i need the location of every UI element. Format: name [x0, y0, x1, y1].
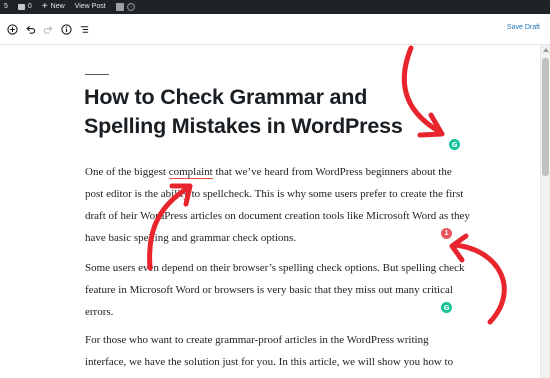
p1-text-a: One of the biggest: [85, 166, 169, 178]
yoast-icon: [115, 3, 124, 11]
scroll-up-arrow-icon[interactable]: [543, 48, 549, 52]
editor-toolbar: Save Draft: [0, 14, 550, 45]
block-navigation-icon[interactable]: [78, 23, 90, 35]
admin-bar: 5 0 + New View Post: [0, 0, 550, 14]
view-post-item[interactable]: View Post: [75, 0, 106, 14]
updates-item[interactable]: 5: [4, 0, 8, 14]
grammarly-icon-secondary[interactable]: G: [441, 302, 452, 313]
plus-icon: +: [41, 1, 48, 12]
new-label: New: [50, 3, 65, 10]
post-title[interactable]: How to Check Grammar and Spelling Mistak…: [84, 83, 444, 141]
grammarly-issue-count-badge[interactable]: 1: [441, 228, 452, 239]
view-post-label: View Post: [74, 3, 106, 10]
p3-text: For those who want to create grammar-pro…: [85, 334, 454, 368]
undo-icon[interactable]: [24, 23, 36, 35]
scrollbar[interactable]: [540, 45, 550, 378]
new-item[interactable]: + New: [42, 0, 65, 14]
p1-text-d: raft of: [90, 210, 121, 222]
p2-text-a: Some users e: [85, 262, 144, 274]
comments-count: 0: [27, 3, 32, 10]
grammarly-icon[interactable]: G: [449, 139, 460, 150]
info-icon[interactable]: [60, 23, 72, 35]
updates-count: 5: [4, 3, 8, 10]
paragraph-2[interactable]: Some users even depend on their browser’…: [85, 257, 470, 323]
grammar-error-word[interactable]: complaint: [168, 166, 213, 179]
comments-item[interactable]: 0: [17, 0, 32, 14]
yoast-item[interactable]: [115, 3, 135, 11]
post-title-line-2: Spelling Mistakes in WordPress: [84, 114, 403, 138]
paragraph-1[interactable]: One of the biggest complaint that we’ve …: [85, 161, 470, 249]
p1-text-e: heir WordPress articles on document crea…: [120, 210, 422, 222]
seo-score-dot-icon: [126, 3, 135, 11]
title-separator: [85, 74, 109, 75]
save-draft-button[interactable]: Save Draft: [507, 24, 540, 31]
paragraph-3[interactable]: For those who want to create grammar-pro…: [85, 329, 470, 373]
editor-content: How to Check Grammar and Spelling Mistak…: [0, 45, 540, 378]
comment-icon: [17, 4, 25, 10]
post-title-line-1: How to Check Grammar and: [84, 85, 368, 109]
scrollbar-thumb[interactable]: [542, 58, 549, 176]
add-block-icon[interactable]: [6, 23, 18, 35]
redo-icon[interactable]: [42, 23, 54, 35]
